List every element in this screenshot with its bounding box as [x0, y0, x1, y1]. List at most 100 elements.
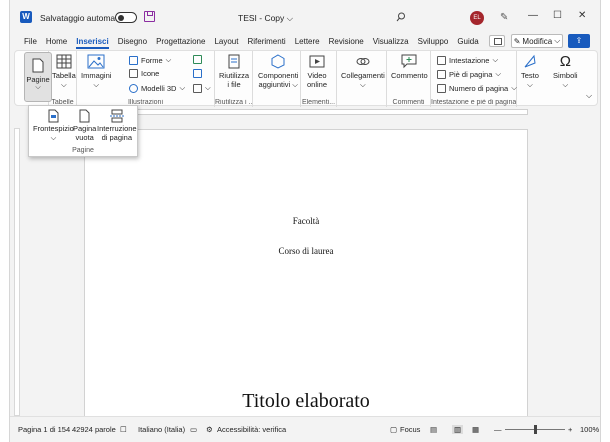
- 3d-models-button[interactable]: Modelli 3D ⌵: [129, 83, 185, 93]
- tab-home[interactable]: Home: [46, 37, 67, 46]
- image-icon: [87, 54, 105, 69]
- zoom-out-icon[interactable]: —: [494, 425, 502, 434]
- tab-riferimenti[interactable]: Riferimenti: [247, 37, 285, 46]
- zoom-level[interactable]: 100%: [580, 425, 599, 434]
- page-break-label-2: di pagina: [101, 133, 133, 142]
- reuse-files-label-2: i file: [227, 80, 241, 89]
- header-button[interactable]: Intestazione ⌵: [437, 55, 498, 65]
- icons-button[interactable]: Icone: [129, 69, 159, 78]
- links-button[interactable]: Collegamenti ⌵: [341, 54, 385, 89]
- word-count-status[interactable]: 42924 parole: [72, 425, 116, 434]
- chart-button[interactable]: [193, 69, 202, 78]
- avatar[interactable]: EL: [470, 11, 484, 25]
- 3d-model-icon: [129, 83, 138, 93]
- table-label: Tabella: [52, 71, 76, 80]
- tab-lettere[interactable]: Lettere: [295, 37, 320, 46]
- page-number-label: Numero di pagina: [449, 83, 509, 93]
- tab-disegno[interactable]: Disegno: [118, 37, 147, 46]
- symbols-button[interactable]: Ω Simboli ⌵: [553, 54, 578, 89]
- images-label: Immagini: [81, 71, 112, 80]
- page-break-button[interactable]: Interruzione di pagina: [97, 109, 137, 142]
- pen-icon[interactable]: ✎: [500, 12, 508, 23]
- comments-button[interactable]: [489, 35, 505, 47]
- save-icon[interactable]: [144, 11, 155, 22]
- group-text: Testo ⌵: [517, 51, 547, 107]
- table-button[interactable]: Tabella ⌵: [52, 54, 76, 89]
- chevron-down-icon: ⌵: [492, 55, 499, 64]
- document-title[interactable]: TESI - Copy ⌵: [238, 13, 293, 24]
- chevron-down-icon: ⌵: [179, 83, 186, 92]
- tab-sviluppo[interactable]: Sviluppo: [418, 37, 449, 46]
- link-icon: [356, 58, 370, 65]
- page-icon: [32, 58, 44, 73]
- focus-mode-button[interactable]: Focus: [400, 425, 420, 434]
- addins-label-1: Componenti: [258, 71, 299, 80]
- shapes-button[interactable]: Forme ⌵: [129, 55, 171, 65]
- screenshot-button[interactable]: ⌵: [193, 83, 211, 93]
- vertical-scrollbar[interactable]: [594, 117, 600, 416]
- images-button[interactable]: Immagini ⌵: [81, 54, 111, 89]
- chevron-down-icon: ⌵: [554, 36, 561, 45]
- footer-icon: [437, 69, 446, 79]
- text-button[interactable]: Testo ⌵: [521, 54, 539, 89]
- smartart-icon: [193, 55, 202, 64]
- tab-layout[interactable]: Layout: [214, 37, 238, 46]
- pages-label: Pagine: [26, 75, 50, 84]
- read-mode-icon[interactable]: ▤: [430, 425, 437, 434]
- group-media: Video online Elementi...: [301, 51, 337, 107]
- web-layout-icon[interactable]: ▦: [472, 425, 479, 434]
- page-count-status[interactable]: Pagina 1 di 154: [18, 425, 70, 434]
- minimize-icon[interactable]: —: [528, 10, 538, 21]
- tab-progettazione[interactable]: Progettazione: [156, 37, 205, 46]
- ribbon-collapse-icon[interactable]: ⌵: [586, 91, 592, 101]
- print-layout-icon[interactable]: ▥: [452, 425, 464, 434]
- maximize-icon[interactable]: ☐: [553, 10, 562, 21]
- cover-page-icon: [48, 109, 59, 123]
- autosave-toggle[interactable]: [115, 12, 137, 23]
- vertical-ruler[interactable]: [14, 128, 20, 416]
- online-video-button[interactable]: Video online: [307, 54, 327, 89]
- page-break-icon: [109, 109, 124, 123]
- group-tables: Tabella ⌵ Tabelle: [49, 51, 77, 107]
- group-label-header-footer: Intestazione e piè di pagina: [431, 99, 516, 106]
- ribbon: Tabella ⌵ Tabelle Immagini ⌵ Forme ⌵ Ico…: [14, 50, 598, 107]
- share-button[interactable]: ⇪: [568, 34, 590, 48]
- icons-icon: [129, 69, 138, 78]
- tab-guida[interactable]: Guida: [457, 37, 478, 46]
- reuse-files-button[interactable]: Riutilizza i file: [219, 54, 249, 89]
- tab-revisione[interactable]: Revisione: [329, 37, 364, 46]
- chevron-down-icon: ⌵: [562, 80, 569, 89]
- video-icon: [309, 55, 325, 68]
- tab-inserisci[interactable]: Inserisci: [76, 37, 110, 49]
- group-addins: Componenti aggiuntivi ⌵: [253, 51, 301, 107]
- chevron-down-icon: ⌵: [93, 80, 100, 89]
- proofing-icon[interactable]: ☐: [120, 425, 127, 434]
- blank-page-button[interactable]: Pagina vuota: [73, 109, 96, 142]
- zoom-slider-handle[interactable]: [534, 425, 537, 434]
- close-icon[interactable]: ✕: [578, 10, 586, 21]
- cover-page-button[interactable]: Frontespizio ⌵: [33, 109, 74, 142]
- smartart-button[interactable]: [193, 55, 202, 64]
- zoom-in-icon[interactable]: +: [568, 425, 572, 434]
- document-page[interactable]: Facoltà Corso di laurea Titolo elaborato: [84, 129, 528, 419]
- text-predictions-icon[interactable]: ▭: [190, 425, 197, 434]
- footer-button[interactable]: Piè di pagina ⌵: [437, 69, 501, 79]
- language-status[interactable]: Italiano (Italia): [138, 425, 185, 434]
- reuse-files-label-1: Riutilizza: [219, 71, 250, 80]
- tab-visualizza[interactable]: Visualizza: [373, 37, 409, 46]
- search-icon[interactable]: [396, 12, 406, 22]
- thesis-title: Titolo elaborato: [242, 390, 370, 412]
- chevron-down-icon: ⌵: [205, 83, 211, 92]
- accessibility-status[interactable]: Accessibilità: verifica: [217, 425, 286, 434]
- page-number-button[interactable]: Numero di pagina ⌵: [437, 83, 517, 93]
- editing-mode-button[interactable]: ✎ Modifica ⌵: [511, 34, 563, 48]
- pages-button[interactable]: Pagine ⌵: [24, 52, 52, 102]
- new-comment-button[interactable]: Commento: [391, 54, 428, 80]
- screenshot-icon: [193, 83, 202, 93]
- pages-dropdown: Frontespizio ⌵ Pagina vuota Interruzione…: [28, 105, 138, 157]
- online-video-label-2: online: [307, 80, 328, 89]
- group-label-comments: Commenti: [392, 99, 425, 106]
- addins-button[interactable]: Componenti aggiuntivi ⌵: [258, 54, 298, 89]
- chart-icon: [193, 69, 202, 78]
- tab-file[interactable]: File: [24, 37, 37, 46]
